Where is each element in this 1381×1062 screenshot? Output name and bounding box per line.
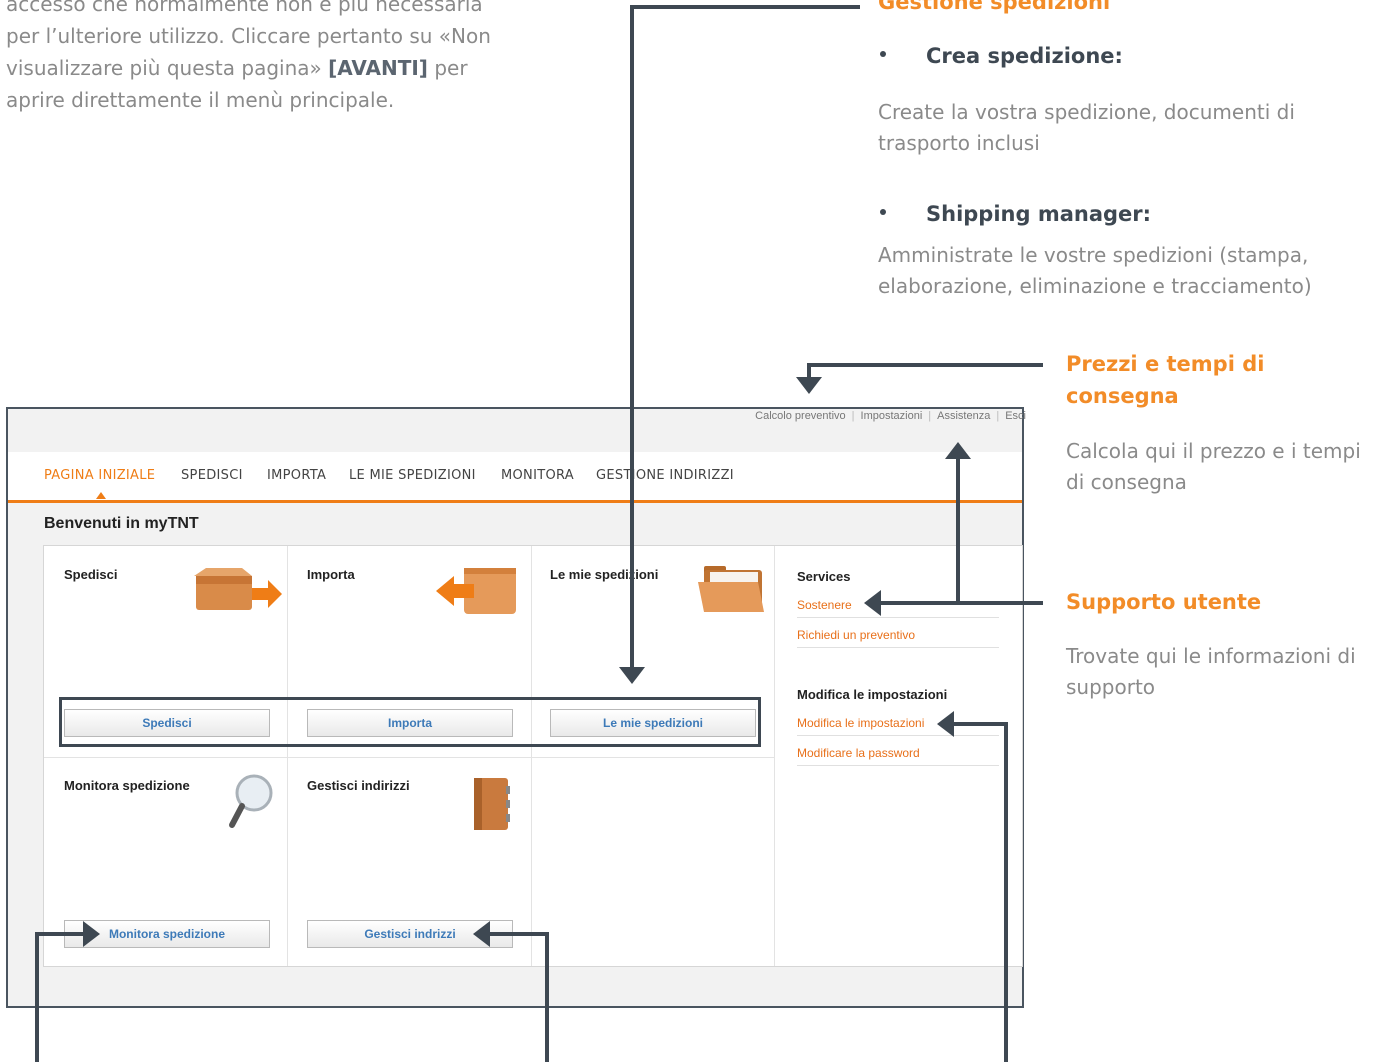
annotation-line [956, 458, 960, 605]
richiedi-preventivo-link[interactable]: Richiedi un preventivo [797, 628, 999, 648]
annotation-arrowhead [796, 377, 822, 394]
prezzi-text: Calcola qui il prezzo e i tempi di conse… [1066, 439, 1361, 494]
annotation-line [35, 932, 39, 1062]
divider [44, 757, 774, 758]
crea-spedizione-text: Create la vostra spedizione, documenti d… [878, 100, 1295, 155]
import-box-icon [436, 568, 516, 614]
bullet-dot [880, 51, 886, 57]
divider [774, 546, 775, 966]
page-title: Benvenuti in myTNT [44, 515, 199, 532]
bullet-crea-spedizione: Crea spedizione: [880, 44, 1123, 68]
intro-text: accesso che normalmente non è più necess… [6, 0, 606, 116]
prezzi-heading: Prezzi e tempi di consegna [1066, 352, 1265, 408]
box-arrow-icon [194, 568, 282, 610]
supporto-text: Trovate qui le informazioni di supporto [1066, 644, 1356, 699]
annotation-line [807, 363, 1043, 367]
annotation-arrowhead [473, 921, 490, 947]
nav-monitora[interactable]: MONITORA [501, 468, 574, 483]
annotation-arrowhead [945, 442, 971, 459]
annotation-line [880, 601, 1043, 605]
annotation-arrowhead [937, 711, 954, 737]
annotation-arrowhead [619, 667, 645, 684]
nav-importa[interactable]: IMPORTA [267, 468, 326, 483]
intro-line-1: accesso che normalmente non è più necess… [6, 0, 483, 16]
services-heading: Services [797, 569, 851, 584]
top-links: Calcolo preventivo | Impostazioni | Assisten… [755, 410, 1026, 422]
cell-title-gestisci-indirizzi: Gestisci indirizzi [307, 778, 410, 793]
modifica-impostazioni-link[interactable]: Modifica le impostazioni [797, 716, 999, 736]
cell-title-monitora: Monitora spedizione [64, 778, 190, 793]
toplink-assistenza[interactable]: Assistenza [937, 410, 990, 422]
magnifier-icon [229, 774, 273, 828]
folder-icon [698, 566, 764, 612]
toplink-impostazioni[interactable]: Impostazioni [861, 410, 923, 422]
supporto-heading: Supporto utente [1066, 590, 1262, 614]
annotation-arrowhead [864, 590, 881, 616]
nav-le-mie-spedizioni[interactable]: LE MIE SPEDIZIONI [349, 468, 476, 483]
button-row-highlight [59, 697, 761, 747]
annotation-line [545, 932, 549, 1062]
settings-heading: Modifica le impostazioni [797, 687, 948, 702]
shipping-manager-text: Amministrate le vostre spedizioni (stamp… [878, 243, 1312, 298]
active-tab-indicator [96, 492, 106, 499]
annotation-line [952, 722, 1008, 726]
annotation-line [1004, 722, 1008, 1062]
address-book-icon [474, 778, 510, 830]
cell-title-spedisci: Spedisci [64, 567, 118, 582]
annotation-arrowhead [83, 921, 100, 947]
nav-pagina-iniziale[interactable]: PAGINA INIZIALE [44, 468, 155, 483]
annotation-line [489, 932, 549, 936]
intro-line-2: per l’ulteriore utilizzo. Cliccare perta… [6, 24, 491, 48]
modificare-password-link[interactable]: Modificare la password [797, 746, 999, 766]
intro-line-4: aprire direttamente il menù principale. [6, 88, 395, 112]
cell-title-le-mie-spedizioni: Le mie spedizioni [550, 567, 659, 582]
divider [531, 546, 532, 966]
nav-spedisci[interactable]: SPEDISCI [181, 468, 243, 483]
cell-title-importa: Importa [307, 567, 355, 582]
intro-line-3: visualizzare più questa pagina» [AVANTI]… [6, 56, 468, 80]
annotation-line [35, 932, 85, 936]
bullet-shipping-manager: Shipping manager: [880, 202, 1151, 226]
nav-gestione-indirizzi[interactable]: GESTIONE INDIRIZZI [596, 468, 734, 483]
toplink-esci[interactable]: Esci [1005, 410, 1026, 422]
annotation-line [630, 5, 634, 669]
annotation-line [630, 5, 860, 9]
toplink-calcolo-preventivo[interactable]: Calcolo preventivo [755, 410, 846, 422]
gestione-heading: Gestione spedizioni [878, 0, 1111, 14]
bullet-dot [880, 209, 886, 215]
divider [287, 546, 288, 966]
